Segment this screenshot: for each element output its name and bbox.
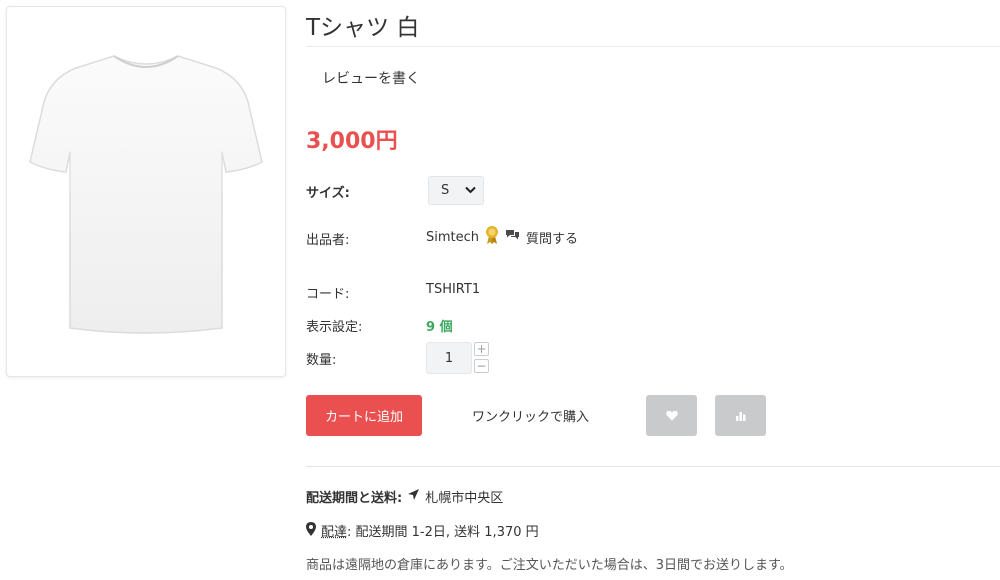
product-title: Tシャツ 白 <box>306 15 420 41</box>
shipping-label: 配送期間と送料: <box>306 491 403 506</box>
add-to-wishlist-button[interactable] <box>646 395 697 436</box>
chat-icon <box>505 229 520 245</box>
shipping-city-link[interactable]: 札幌市中央区 <box>425 487 503 506</box>
delivery-info: 配達: 配送期間 1-2日, 送料 1,370 円 <box>306 521 539 540</box>
add-to-compare-button[interactable] <box>715 395 766 436</box>
code-label: コード: <box>306 287 350 302</box>
quantity-increase-button[interactable]: + <box>474 342 489 356</box>
location-arrow-icon <box>407 488 420 505</box>
delivery-detail: : 配送期間 1-2日, 送料 1,370 円 <box>347 525 539 540</box>
size-select[interactable]: S <box>428 176 484 205</box>
write-review-link[interactable]: レビューを書く <box>322 68 420 88</box>
ask-question-link[interactable]: 質問する <box>526 228 578 247</box>
add-to-cart-button[interactable]: カートに追加 <box>306 395 422 436</box>
product-image-card[interactable] <box>6 6 286 377</box>
quantity-value: 1 <box>444 350 454 366</box>
section-divider <box>306 466 1000 467</box>
warehouse-note: 商品は遠隔地の倉庫にあります。ご注文いただいた場合は、3日間でお送りします。 <box>306 558 793 573</box>
award-icon <box>485 225 499 249</box>
bar-chart-icon <box>735 406 746 425</box>
size-select-value: S <box>441 183 450 198</box>
vendor-label: 出品者: <box>306 233 350 248</box>
quantity-input[interactable]: 1 <box>426 342 472 374</box>
one-click-buy-button[interactable]: ワンクリックで購入 <box>472 406 589 425</box>
delivery-term[interactable]: 配達 <box>321 525 347 540</box>
shipping-estimate: 配送期間と送料: 札幌市中央区 <box>306 487 503 506</box>
heart-icon <box>665 406 678 425</box>
stock-value: 9 個 <box>426 320 453 335</box>
quantity-label: 数量: <box>306 353 337 368</box>
product-price: 3,000円 <box>306 129 398 154</box>
product-image <box>29 54 263 334</box>
vendor-name-link[interactable]: Simtech <box>426 230 479 245</box>
quantity-decrease-button[interactable]: − <box>474 359 489 373</box>
vendor-row: Simtech 質問する <box>426 225 578 249</box>
code-value: TSHIRT1 <box>426 282 481 297</box>
map-pin-icon <box>306 521 316 540</box>
title-divider <box>306 46 1000 47</box>
size-label: サイズ: <box>306 186 350 201</box>
chevron-down-icon <box>465 183 476 198</box>
stock-label: 表示設定: <box>306 320 363 335</box>
